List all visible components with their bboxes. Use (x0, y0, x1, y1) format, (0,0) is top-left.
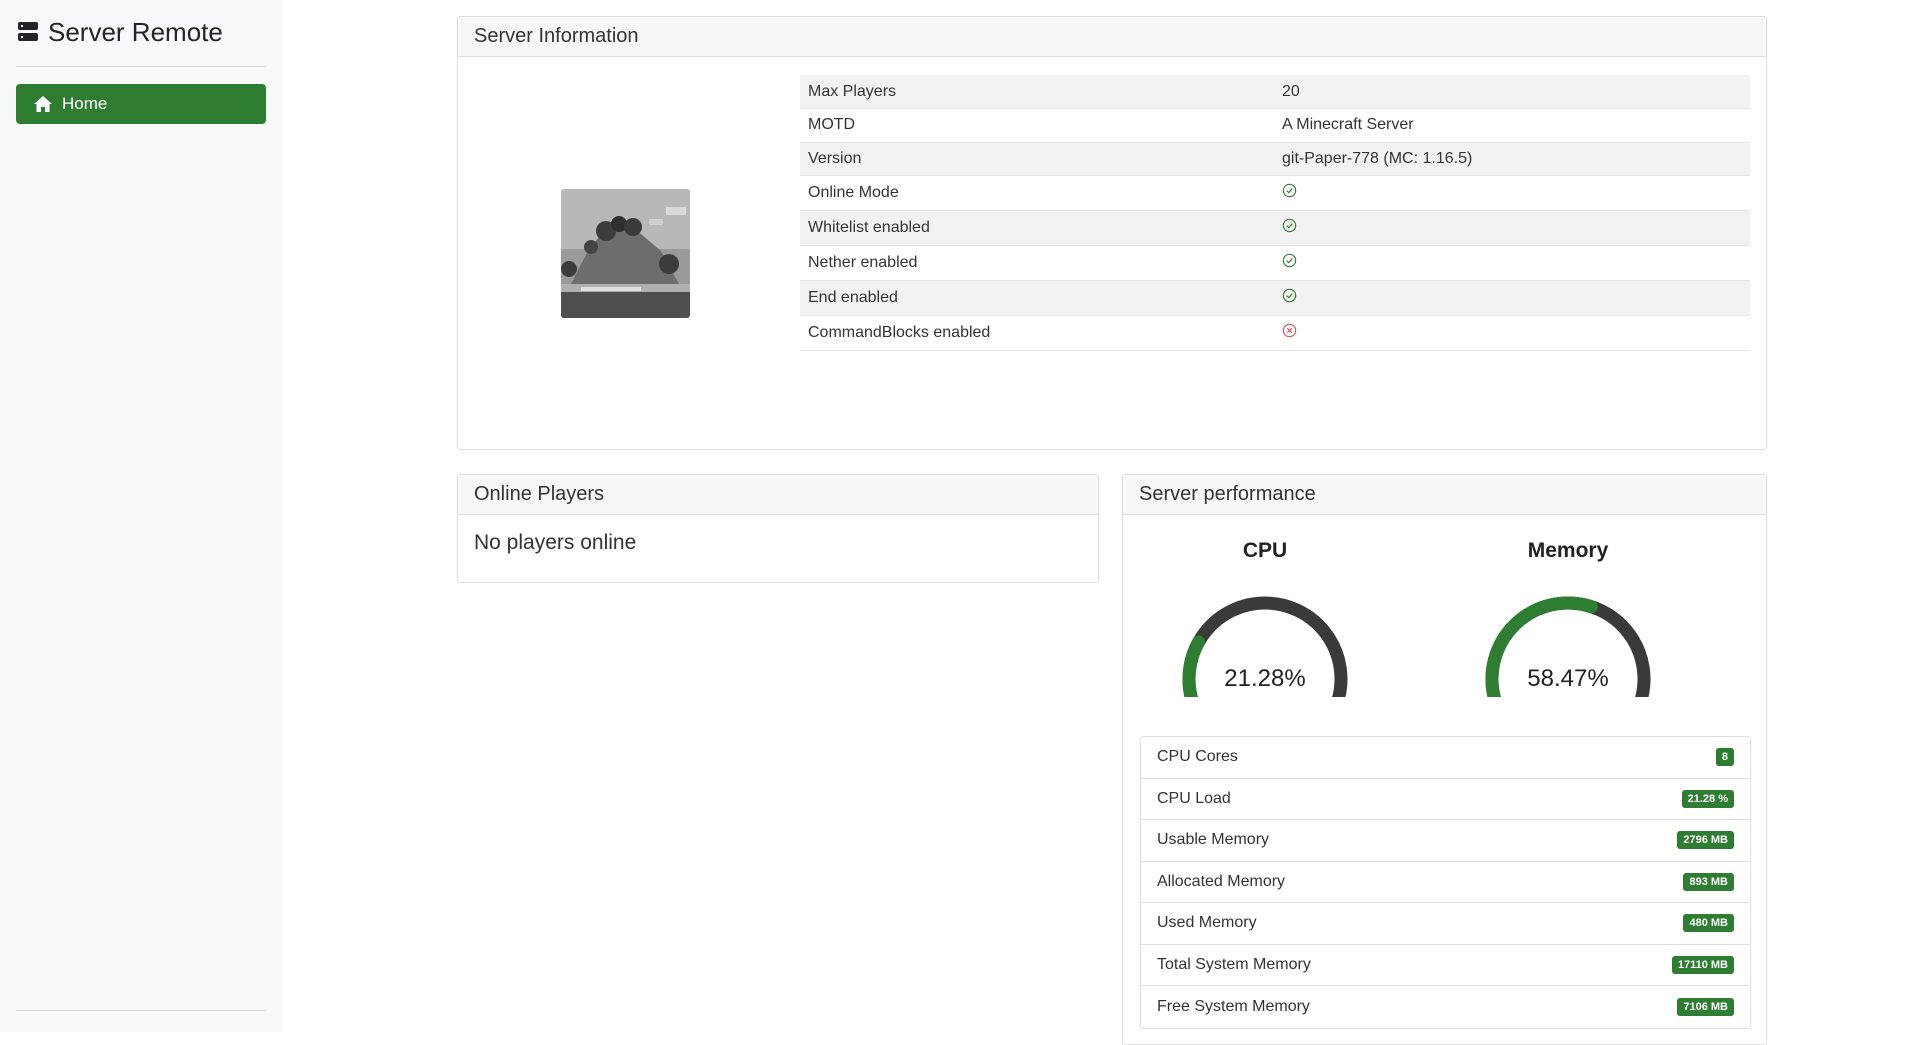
stat-badge: 8 (1715, 748, 1734, 767)
home-icon (34, 96, 52, 112)
check-circle-icon (1274, 280, 1750, 316)
info-row-whitelist-enabled: Whitelist enabled (800, 210, 1750, 246)
check-circle-icon (1274, 210, 1750, 246)
sidebar: Server Remote Home (0, 0, 282, 1032)
sidebar-divider (16, 66, 266, 67)
info-key: Nether enabled (800, 245, 1274, 281)
stat-row-cpu-cores: CPU Cores 8 (1141, 737, 1750, 779)
brand-title: Server Remote (48, 16, 223, 47)
performance-stats-list: CPU Cores 8 CPU Load 21.28 % Usable Memory 27… (1140, 736, 1751, 1029)
gauge-title: CPU (1242, 539, 1288, 562)
stat-badge: 21.28 % (1681, 789, 1734, 808)
card-title: Server Information (458, 17, 1766, 57)
sidebar-item-label: Home (62, 94, 108, 113)
stat-row-used-memory: Used Memory 480 MB (1141, 903, 1750, 945)
stat-label: Total System Memory (1157, 955, 1311, 973)
stat-label: Usable Memory (1157, 831, 1270, 849)
server-icon (18, 22, 38, 42)
stat-label: CPU Load (1157, 789, 1231, 807)
info-row-motd: MOTD A Minecraft Server (800, 108, 1750, 143)
info-value: A Minecraft Server (1274, 108, 1750, 143)
check-circle-icon (1274, 245, 1750, 281)
card-title: Online Players (458, 475, 1098, 515)
info-value: git-Paper-778 (MC: 1.16.5) (1274, 142, 1750, 176)
sidebar-divider-bottom (16, 1010, 266, 1011)
brand[interactable]: Server Remote (18, 14, 223, 50)
stat-label: Free System Memory (1157, 997, 1310, 1015)
info-value: 20 (1274, 75, 1750, 109)
info-key: Version (800, 142, 1274, 176)
stat-row-allocated-memory: Allocated Memory 893 MB (1141, 862, 1750, 903)
memory-gauge: Memory 58.47% (1448, 539, 1688, 697)
card-title: Server performance (1123, 475, 1766, 515)
gauge-title: Memory (1527, 539, 1609, 562)
info-row-end-enabled: End enabled (800, 280, 1750, 316)
online-players-card: Online Players No players online (457, 474, 1099, 583)
stat-badge: 893 MB (1683, 872, 1734, 891)
check-circle-icon (1274, 175, 1750, 211)
info-row-nether-enabled: Nether enabled (800, 245, 1750, 281)
info-key: CommandBlocks enabled (800, 315, 1274, 351)
stat-badge: 7106 MB (1677, 997, 1734, 1016)
info-key: Whitelist enabled (800, 210, 1274, 246)
stat-badge: 480 MB (1683, 914, 1734, 933)
info-key: End enabled (800, 280, 1274, 316)
x-circle-icon (1274, 315, 1750, 351)
server-icon-image (561, 189, 690, 318)
sidebar-item-home[interactable]: Home (16, 84, 266, 124)
stat-row-free-system-memory: Free System Memory 7106 MB (1141, 986, 1750, 1028)
stat-badge: 2796 MB (1677, 831, 1734, 850)
info-key: Online Mode (800, 175, 1274, 211)
stat-label: Allocated Memory (1157, 872, 1286, 890)
cpu-gauge: CPU 21.28% (1145, 539, 1385, 697)
gauge-value: 58.47% (1527, 665, 1609, 692)
stat-row-total-system-memory: Total System Memory 17110 MB (1141, 945, 1750, 986)
server-information-card: Server Information Max Players 20 MOTD A Mi… (457, 16, 1767, 450)
stat-row-cpu-load: CPU Load 21.28 % (1141, 779, 1750, 820)
info-key: Max Players (800, 75, 1274, 109)
info-row-max-players: Max Players 20 (800, 75, 1750, 109)
info-row-commandblocks-enabled: CommandBlocks enabled (800, 315, 1750, 351)
server-info-table: Max Players 20 MOTD A Minecraft Server Versi… (800, 75, 1750, 351)
stat-label: Used Memory (1157, 914, 1257, 932)
info-key: MOTD (800, 108, 1274, 143)
info-row-version: Version git-Paper-778 (MC: 1.16.5) (800, 142, 1750, 176)
info-row-online-mode: Online Mode (800, 175, 1750, 211)
stat-label: CPU Cores (1157, 748, 1238, 766)
stat-badge: 17110 MB (1671, 955, 1734, 974)
gauge-value: 21.28% (1224, 665, 1306, 692)
server-performance-card: Server performance CPU 21.28% Memory 58.… (1122, 474, 1767, 1045)
no-players-text: No players online (474, 531, 637, 554)
stat-row-usable-memory: Usable Memory 2796 MB (1141, 820, 1750, 862)
